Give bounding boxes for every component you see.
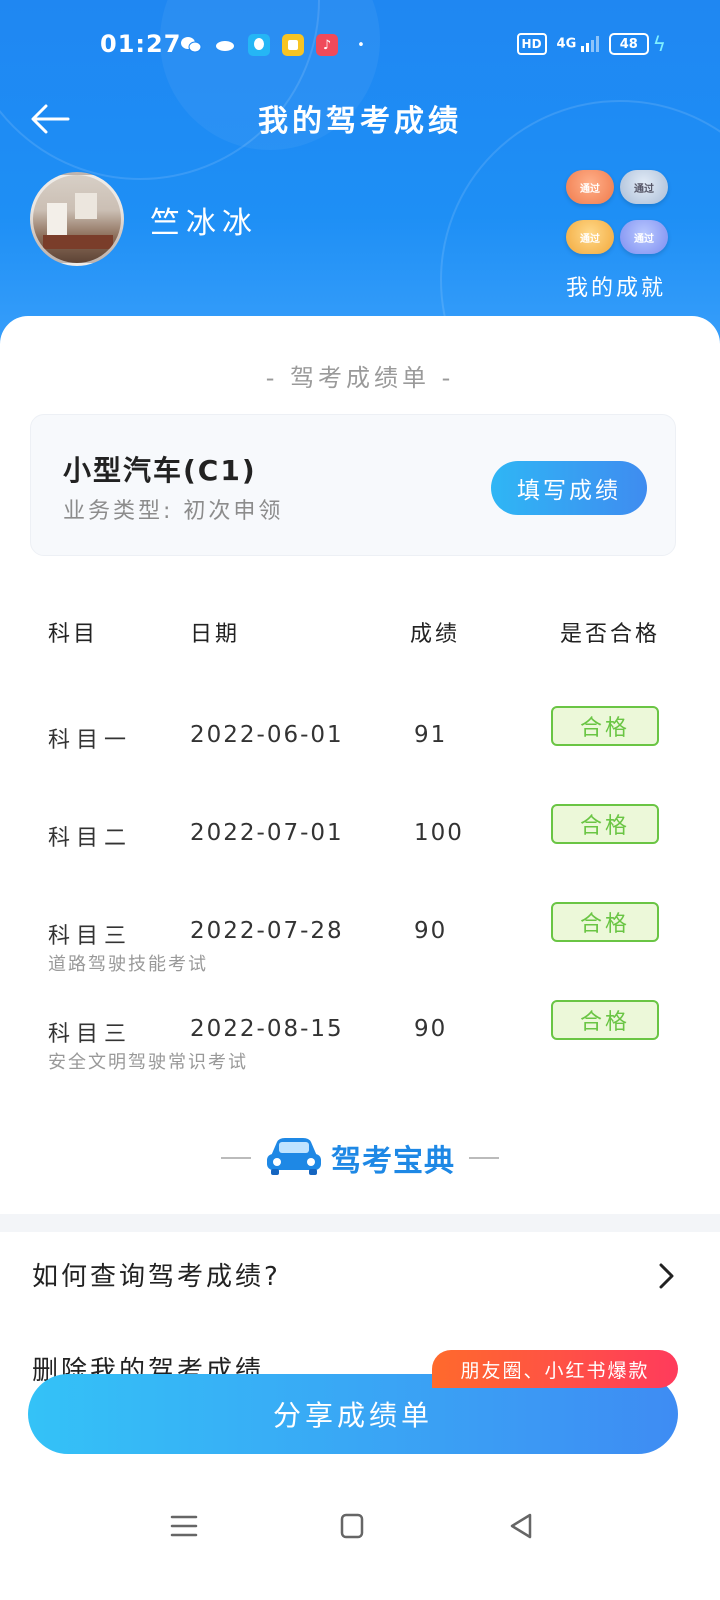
music-app-icon: ♪ [316,34,338,56]
brand-name: 驾考宝典 [331,1144,455,1179]
qq-icon [248,34,270,56]
cloud-icon [214,34,236,56]
row-subject: 科目一 [48,728,133,753]
brand-logo: 驾考宝典 [265,1136,455,1180]
fill-score-button[interactable]: 填写成绩 [491,461,647,515]
dot-icon: • [357,37,365,53]
user-name: 竺冰冰 [150,206,258,241]
notification-icons: ♪ • [180,34,372,56]
chevron-right-icon [659,1263,674,1289]
wechat-icon [180,34,202,56]
header-subject: 科目 [48,622,99,647]
medal-icon: 通过 [566,220,614,254]
car-icon [265,1136,323,1180]
row-score: 90 [414,918,448,944]
pass-badge: 合格 [551,1000,659,1040]
menu-icon[interactable] [164,1506,204,1546]
row-subject-note: 安全文明驾驶常识考试 [48,1052,248,1073]
row-subject-note: 道路驾驶技能考试 [48,954,208,975]
brand-footer: 驾考宝典 [0,1136,720,1180]
header-score: 成绩 [410,622,461,647]
table-row: 科目二 2022-07-01 100 合格 [0,804,720,910]
row-date: 2022-08-15 [190,1016,344,1042]
header: 01:27 ♪ • HD 4G 48 ϟ 我的驾考成绩 竺冰冰 通过 通过 通过… [0,0,720,360]
medal-icon: 通过 [620,220,668,254]
divider [221,1157,251,1159]
pass-badge: 合格 [551,902,659,942]
row-score: 91 [414,722,448,748]
header-pass: 是否合格 [560,622,661,647]
system-indicators: HD 4G 48 ϟ [516,32,666,56]
page-title: 我的驾考成绩 [258,104,462,139]
row-date: 2022-06-01 [190,722,344,748]
battery-indicator: 48 [608,33,649,55]
table-row: 科目一 2022-06-01 91 合格 [0,706,720,812]
pass-badge: 合格 [551,804,659,844]
medal-icon: 通过 [620,170,668,204]
promo-tag: 朋友圈、小红书爆款 [432,1350,678,1388]
license-info-box: 小型汽车(C1) 业务类型: 初次申领 填写成绩 [30,414,676,556]
section-divider [0,1214,720,1232]
network-type: 4G [556,36,577,52]
avatar[interactable] [30,172,124,266]
back-icon[interactable] [502,1506,542,1546]
row-score: 100 [414,820,464,846]
business-type: 业务类型: 初次申领 [63,499,284,524]
network-signal: 4G [557,36,599,52]
faq-item-query[interactable]: 如何查询驾考成绩? [32,1256,688,1300]
row-subject: 科目三 [48,1022,133,1047]
table-row: 科目三 安全文明驾驶常识考试 2022-08-15 90 合格 [0,1000,720,1106]
license-name: 小型汽车(C1) [63,454,257,487]
row-score: 90 [414,1016,448,1042]
row-subject: 科目二 [48,826,133,851]
achievements-link[interactable]: 我的成就 [566,270,666,302]
medal-icon: 通过 [566,170,614,204]
achievement-medals[interactable]: 通过 通过 通过 通过 [566,170,670,254]
header-date: 日期 [190,622,241,647]
notes-app-icon [282,34,304,56]
system-nav-bar [0,1496,720,1556]
row-date: 2022-07-01 [190,820,344,846]
section-title: - 驾考成绩单 - [265,364,455,392]
table-row: 科目三 道路驾驶技能考试 2022-07-28 90 合格 [0,902,720,1008]
score-report-card: - 驾考成绩单 - 小型汽车(C1) 业务类型: 初次申领 填写成绩 科目 日期… [0,316,720,1600]
row-date: 2022-07-28 [190,918,344,944]
home-icon[interactable] [332,1506,372,1546]
row-subject: 科目三 [48,924,133,949]
faq-label: 如何查询驾考成绩? [32,1262,281,1292]
status-bar: 01:27 ♪ • HD 4G 48 ϟ [0,0,720,90]
pass-badge: 合格 [551,706,659,746]
divider [469,1157,499,1159]
hd-badge: HD [516,33,547,55]
charging-icon: ϟ [652,32,666,56]
status-time: 01:27 [100,30,182,58]
